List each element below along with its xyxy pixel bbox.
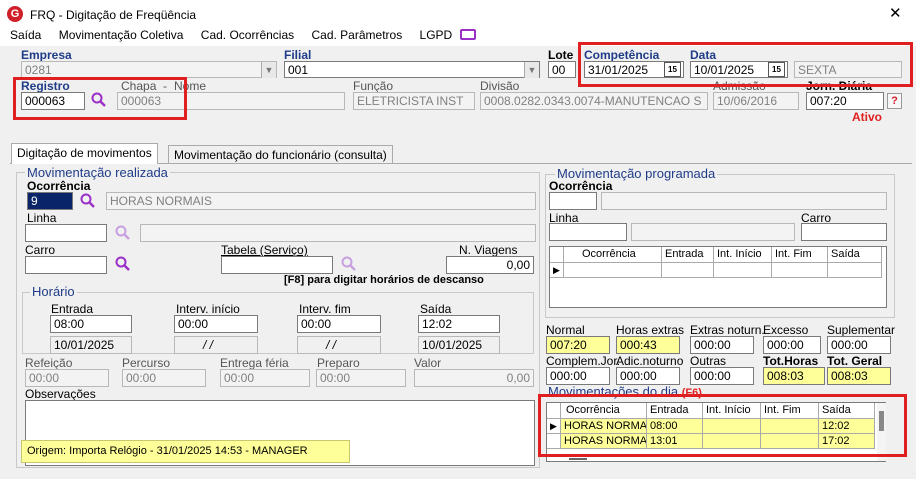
- col-header[interactable]: Entrada: [662, 247, 714, 263]
- jorn-diaria-field[interactable]: 007:20: [806, 92, 884, 110]
- ocorrencia-code-input[interactable]: 9: [27, 192, 73, 210]
- tab-movimentacao-funcionario[interactable]: Movimentação do funcionário (consulta): [168, 145, 393, 163]
- programada-grid[interactable]: Ocorrência Entrada Int. Início Int. Fim …: [549, 246, 887, 308]
- app-logo-icon: G: [7, 6, 23, 22]
- ocorrencia-desc-field: HORAS NORMAIS: [106, 192, 536, 210]
- menu-saida[interactable]: Saída: [10, 28, 41, 42]
- title-bar: G FRQ - Digitação de Freqüência ✕: [0, 0, 916, 26]
- divisao-field: 0008.0282.0343.0074-MANUTENCAO S: [480, 92, 708, 110]
- lote-input[interactable]: 00: [548, 61, 576, 78]
- tot-geral-field: 008:03: [827, 367, 891, 385]
- entrada-date-input[interactable]: 10/01/2025: [50, 336, 132, 354]
- linha-input[interactable]: [25, 224, 107, 242]
- outras-field: 000:00: [690, 367, 754, 385]
- col-header[interactable]: Int. Início: [714, 247, 772, 263]
- admissao-field: 10/06/2016: [713, 92, 799, 110]
- col-header[interactable]: Saída: [828, 247, 882, 263]
- interv-inicio-date-input[interactable]: / /: [174, 336, 258, 354]
- col-header[interactable]: Ocorrência: [564, 247, 662, 263]
- search-icon[interactable]: [115, 225, 131, 241]
- saida-date-input[interactable]: 10/01/2025: [418, 336, 500, 354]
- linha-desc-field: [140, 224, 536, 242]
- col-header[interactable]: Int. Fim: [772, 247, 828, 263]
- carro-input[interactable]: [25, 256, 107, 274]
- search-icon[interactable]: [341, 256, 357, 272]
- annotation-box-dia: [538, 394, 907, 457]
- prog-carro-input: [801, 223, 887, 241]
- table-cell[interactable]: [714, 263, 772, 278]
- funcao-field: ELETRICISTA INST: [353, 92, 475, 110]
- saida-input[interactable]: 12:02: [418, 315, 500, 333]
- window-title: FRQ - Digitação de Freqüência: [30, 8, 197, 22]
- table-cell[interactable]: [828, 263, 882, 278]
- annotation-box-competencia: [578, 42, 913, 87]
- menu-movimentacao-coletiva[interactable]: Movimentação Coletiva: [59, 28, 184, 42]
- interv-inicio-input[interactable]: 00:00: [174, 315, 258, 333]
- extras-field: 000:43: [616, 336, 680, 354]
- tabela-servico-input[interactable]: [221, 256, 333, 274]
- menu-lgpd[interactable]: LGPD: [420, 28, 453, 42]
- preparo-field[interactable]: 00:00: [316, 369, 406, 387]
- horario-legend: Horário: [30, 284, 77, 299]
- prog-ocorrencia-code: [549, 192, 597, 210]
- prog-linha-input: [549, 223, 627, 241]
- menu-bar: Saída Movimentação Coletiva Cad. Ocorrên…: [10, 28, 490, 44]
- refeicao-field[interactable]: 00:00: [25, 369, 109, 387]
- annotation-box-registro: [13, 77, 187, 120]
- valor-field[interactable]: 0,00: [414, 369, 534, 387]
- interv-fim-date-input[interactable]: / /: [297, 336, 381, 354]
- table-cell[interactable]: [564, 263, 662, 278]
- extras-noturn-field: 000:00: [690, 336, 754, 354]
- search-icon[interactable]: [80, 193, 96, 209]
- percurso-field[interactable]: 00:00: [122, 369, 206, 387]
- prog-ocorrencia-desc: [601, 192, 887, 210]
- entrega-field[interactable]: 00:00: [220, 369, 310, 387]
- status-badge: Ativo: [852, 110, 882, 124]
- interv-fim-input[interactable]: 00:00: [297, 315, 381, 333]
- realizada-legend: Movimentação realizada: [25, 165, 170, 180]
- suplementar-field: 000:00: [827, 336, 891, 354]
- filial-select[interactable]: 001: [284, 61, 540, 78]
- search-icon[interactable]: [115, 256, 131, 272]
- horizontal-scrollbar-thumb[interactable]: [569, 458, 587, 460]
- menu-cad-ocorrencias[interactable]: Cad. Ocorrências: [201, 28, 294, 42]
- menu-cad-parametros[interactable]: Cad. Parâmetros: [312, 28, 403, 42]
- excesso-field: 000:00: [763, 336, 821, 354]
- origem-note: Origem: Importa Relógio - 31/01/2025 14:…: [21, 440, 350, 463]
- help-button[interactable]: ?: [887, 93, 902, 109]
- empresa-select[interactable]: 0281: [21, 61, 277, 78]
- tab-digitacao[interactable]: Digitação de movimentos: [11, 143, 158, 164]
- complem-field: 000:00: [546, 367, 610, 385]
- nviagens-input[interactable]: 0,00: [446, 256, 534, 274]
- lgpd-monitor-icon[interactable]: [459, 29, 476, 40]
- normal-field: 007:20: [546, 336, 610, 354]
- f8-hint: [F8] para digitar horários de descanso: [284, 274, 484, 286]
- table-cell[interactable]: [772, 263, 828, 278]
- tot-horas-field: 008:03: [763, 367, 825, 385]
- grid-indicator-header: [550, 247, 564, 263]
- row-indicator-icon: ▶: [550, 263, 564, 278]
- chevron-down-icon[interactable]: ▼: [261, 62, 276, 78]
- close-icon[interactable]: ✕: [889, 6, 902, 21]
- adic-noturno-field: 000:00: [616, 367, 680, 385]
- table-cell[interactable]: [662, 263, 714, 278]
- prog-linha-desc: [631, 223, 795, 241]
- entrada-input[interactable]: 08:00: [50, 315, 132, 333]
- chevron-down-icon[interactable]: ▼: [524, 62, 539, 78]
